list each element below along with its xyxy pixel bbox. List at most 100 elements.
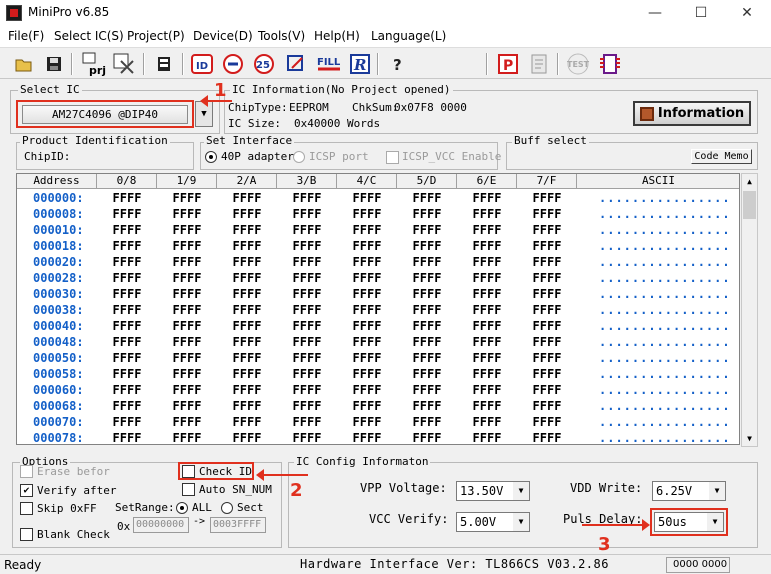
- hex-cell[interactable]: FFFF: [467, 431, 507, 444]
- hex-cell[interactable]: FFFF: [347, 223, 387, 237]
- grid-scrollbar[interactable]: ▲ ▼: [741, 173, 758, 447]
- hex-cell[interactable]: FFFF: [287, 399, 327, 413]
- table-row[interactable]: 000020: FFFF FFFF FFFF FFFF FFFF FFFF FFFF FFFF.…: [17, 255, 739, 271]
- adapter-radio[interactable]: [205, 151, 217, 163]
- hex-cell[interactable]: FFFF: [287, 287, 327, 301]
- hex-cell[interactable]: FFFF: [347, 431, 387, 444]
- blank-check-icon[interactable]: [284, 52, 308, 76]
- hex-cell[interactable]: FFFF: [167, 415, 207, 429]
- hex-cell[interactable]: FFFF: [227, 207, 267, 221]
- hex-cell[interactable]: FFFF: [227, 367, 267, 381]
- scroll-up-icon[interactable]: ▲: [742, 174, 757, 189]
- hex-cell[interactable]: FFFF: [107, 191, 147, 205]
- hex-cell[interactable]: FFFF: [227, 351, 267, 365]
- hex-cell[interactable]: FFFF: [527, 383, 567, 397]
- hex-cell[interactable]: FFFF: [407, 303, 447, 317]
- hex-cell[interactable]: FFFF: [167, 271, 207, 285]
- hex-cell[interactable]: FFFF: [467, 223, 507, 237]
- hex-cell[interactable]: FFFF: [227, 223, 267, 237]
- hex-cell[interactable]: FFFF: [227, 271, 267, 285]
- hex-cell[interactable]: FFFF: [527, 223, 567, 237]
- hex-cell[interactable]: FFFF: [167, 207, 207, 221]
- menu-project[interactable]: Project(P): [127, 29, 185, 43]
- hex-cell[interactable]: FFFF: [107, 303, 147, 317]
- edit-buffer-icon[interactable]: [528, 52, 552, 76]
- hex-cell[interactable]: FFFF: [107, 351, 147, 365]
- puls-select[interactable]: 50us ▼: [654, 512, 724, 532]
- hex-cell[interactable]: FFFF: [107, 399, 147, 413]
- read-icon[interactable]: R: [348, 52, 372, 76]
- hex-cell[interactable]: FFFF: [467, 271, 507, 285]
- range-end-input[interactable]: 0003FFFF: [210, 517, 266, 533]
- table-row[interactable]: 000068: FFFF FFFF FFFF FFFF FFFF FFFF FFFF FFFF.…: [17, 399, 739, 415]
- table-row[interactable]: 000078: FFFF FFFF FFFF FFFF FFFF FFFF FFFF FFFF.…: [17, 431, 739, 444]
- hex-cell[interactable]: FFFF: [527, 431, 567, 444]
- hex-cell[interactable]: FFFF: [407, 191, 447, 205]
- table-row[interactable]: 000060: FFFF FFFF FFFF FFFF FFFF FFFF FFFF FFFF.…: [17, 383, 739, 399]
- hex-cell[interactable]: FFFF: [347, 383, 387, 397]
- hex-cell[interactable]: FFFF: [107, 319, 147, 333]
- hex-cell[interactable]: FFFF: [347, 415, 387, 429]
- hex-cell[interactable]: FFFF: [347, 367, 387, 381]
- menu-help[interactable]: Help(H): [314, 29, 360, 43]
- maximize-button[interactable]: ☐: [678, 0, 724, 27]
- hex-cell[interactable]: FFFF: [407, 207, 447, 221]
- program-icon[interactable]: P: [496, 52, 520, 76]
- hex-cell[interactable]: FFFF: [167, 431, 207, 444]
- hex-cell[interactable]: FFFF: [467, 351, 507, 365]
- hex-cell[interactable]: FFFF: [107, 271, 147, 285]
- hex-cell[interactable]: FFFF: [467, 383, 507, 397]
- erase-before-checkbox[interactable]: [20, 465, 33, 478]
- scroll-down-icon[interactable]: ▼: [742, 431, 757, 446]
- hex-cell[interactable]: FFFF: [167, 367, 207, 381]
- hex-cell[interactable]: FFFF: [227, 431, 267, 444]
- hex-cell[interactable]: FFFF: [467, 287, 507, 301]
- count-icon[interactable]: 25: [252, 52, 276, 76]
- hex-cell[interactable]: FFFF: [227, 415, 267, 429]
- hex-cell[interactable]: FFFF: [107, 367, 147, 381]
- hex-cell[interactable]: FFFF: [347, 319, 387, 333]
- hex-cell[interactable]: FFFF: [287, 431, 327, 444]
- hex-cell[interactable]: FFFF: [167, 287, 207, 301]
- hex-cell[interactable]: FFFF: [287, 335, 327, 349]
- vdd-select[interactable]: 6.25V ▼: [652, 481, 726, 501]
- hex-cell[interactable]: FFFF: [287, 367, 327, 381]
- hex-cell[interactable]: FFFF: [227, 191, 267, 205]
- hex-cell[interactable]: FFFF: [227, 303, 267, 317]
- hex-cell[interactable]: FFFF: [407, 223, 447, 237]
- hex-cell[interactable]: FFFF: [167, 335, 207, 349]
- table-row[interactable]: 000038: FFFF FFFF FFFF FFFF FFFF FFFF FFFF FFFF.…: [17, 303, 739, 319]
- test-icon[interactable]: TEST: [564, 52, 592, 76]
- hex-cell[interactable]: FFFF: [467, 239, 507, 253]
- hex-cell[interactable]: FFFF: [347, 351, 387, 365]
- hex-cell[interactable]: FFFF: [287, 239, 327, 253]
- minimize-button[interactable]: —: [632, 0, 678, 27]
- information-button[interactable]: Information: [633, 101, 751, 126]
- open-icon[interactable]: [12, 52, 36, 76]
- hex-cell[interactable]: FFFF: [467, 319, 507, 333]
- table-row[interactable]: 000050: FFFF FFFF FFFF FFFF FFFF FFFF FFFF FFFF.…: [17, 351, 739, 367]
- hex-cell[interactable]: FFFF: [107, 415, 147, 429]
- hex-cell[interactable]: FFFF: [407, 239, 447, 253]
- hex-cell[interactable]: FFFF: [167, 303, 207, 317]
- hex-grid[interactable]: Address 0/8 1/9 2/A 3/B 4/C 5/D 6/E 7/F …: [16, 173, 740, 445]
- hex-cell[interactable]: FFFF: [407, 415, 447, 429]
- hex-cell[interactable]: FFFF: [107, 223, 147, 237]
- hex-cell[interactable]: FFFF: [527, 399, 567, 413]
- hex-cell[interactable]: FFFF: [167, 319, 207, 333]
- hex-cell[interactable]: FFFF: [287, 303, 327, 317]
- hex-cell[interactable]: FFFF: [287, 207, 327, 221]
- hex-cell[interactable]: FFFF: [167, 239, 207, 253]
- hex-cell[interactable]: FFFF: [107, 431, 147, 444]
- hex-cell[interactable]: FFFF: [407, 399, 447, 413]
- project-icon[interactable]: prj: [80, 52, 108, 76]
- hex-cell[interactable]: FFFF: [407, 271, 447, 285]
- hex-cell[interactable]: FFFF: [467, 335, 507, 349]
- chip-info-icon[interactable]: [152, 52, 176, 76]
- hex-cell[interactable]: FFFF: [467, 207, 507, 221]
- icsp-radio[interactable]: [293, 151, 305, 163]
- hex-cell[interactable]: FFFF: [167, 191, 207, 205]
- hex-cell[interactable]: FFFF: [107, 383, 147, 397]
- table-row[interactable]: 000000: FFFF FFFF FFFF FFFF FFFF FFFF FFFF FFFF.…: [17, 191, 739, 207]
- table-row[interactable]: 000008: FFFF FFFF FFFF FFFF FFFF FFFF FFFF FFFF.…: [17, 207, 739, 223]
